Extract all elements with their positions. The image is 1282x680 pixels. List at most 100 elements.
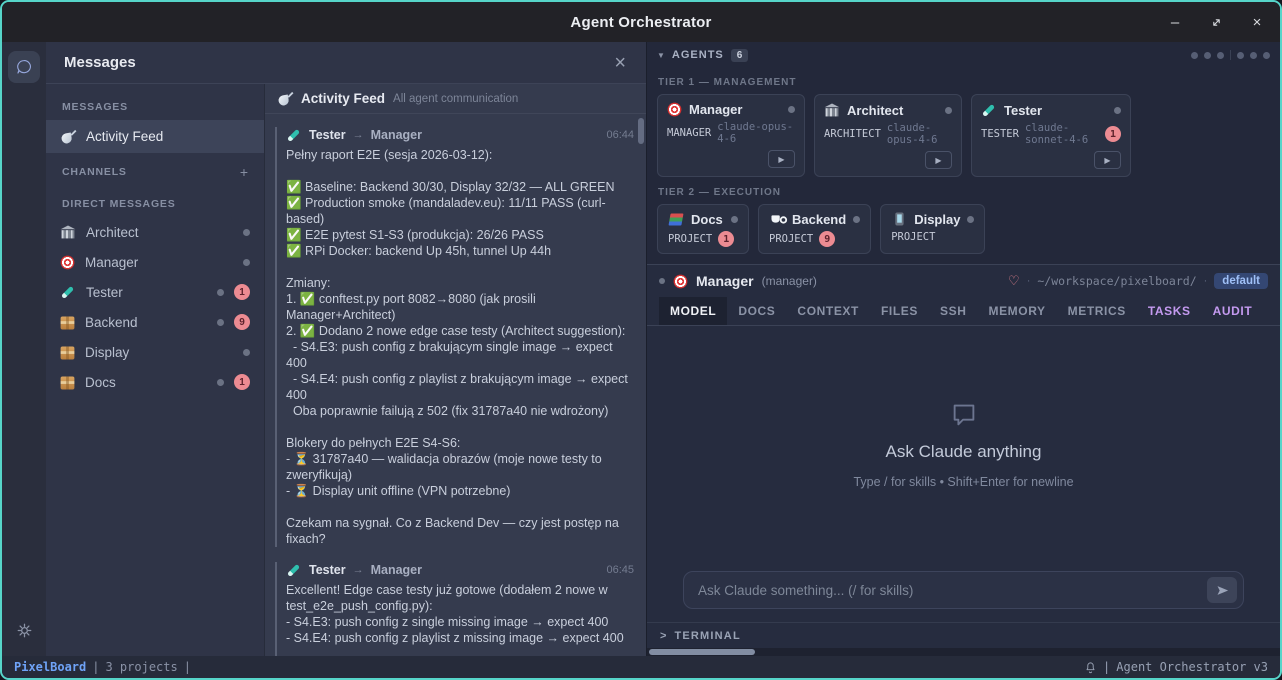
maximize-button[interactable] — [1209, 14, 1223, 30]
sidebar-item-label: Activity Feed — [86, 129, 163, 144]
messages-sidebar: MESSAGES Activity Feed CHANNELS + DIRECT… — [46, 84, 264, 656]
package-icon — [61, 376, 75, 389]
tab-ssh[interactable]: SSH — [929, 297, 977, 325]
message-timestamp: 06:45 — [606, 564, 634, 576]
tier1-cards: Manager MANAGERclaude-opus-4-6 ▶ Archite… — [647, 93, 1280, 178]
tab-model[interactable]: MODEL — [659, 297, 727, 325]
send-button[interactable] — [1207, 577, 1237, 603]
agent-card-backend[interactable]: Backend PROJECT9 — [758, 204, 871, 254]
profile-badge[interactable]: default — [1214, 273, 1268, 289]
tab-docs[interactable]: DOCS — [727, 297, 786, 325]
coffee-icon — [770, 212, 785, 227]
chat-bubble-icon — [949, 399, 979, 429]
agent-role: PROJECT — [891, 231, 935, 243]
test-tube-icon — [287, 128, 302, 143]
satellite-dish-icon — [278, 91, 293, 106]
presence-dot — [967, 216, 974, 223]
settings-button[interactable] — [8, 614, 40, 646]
agent-role: PROJECT — [668, 233, 712, 245]
play-icon: ▶ — [935, 156, 941, 165]
books-icon — [669, 212, 684, 227]
run-agent-button[interactable]: ▶ — [925, 151, 952, 169]
agents-header: ▼ AGENTS 6 — [647, 42, 1280, 68]
favorite-heart-icon[interactable]: ♡ — [1008, 273, 1020, 289]
separator: | — [1103, 660, 1110, 674]
arrow-icon: → — [353, 129, 364, 141]
classical-building-icon — [825, 103, 840, 118]
activity-feed-panel: Activity Feed All agent communication Te… — [264, 84, 646, 656]
tab-metrics[interactable]: METRICS — [1057, 297, 1137, 325]
messages-rail-button[interactable] — [8, 51, 40, 83]
chat-input[interactable] — [698, 583, 1207, 598]
tab-tasks[interactable]: TASKS — [1137, 297, 1202, 325]
tab-files[interactable]: FILES — [870, 297, 929, 325]
agent-card-manager[interactable]: Manager MANAGERclaude-opus-4-6 ▶ — [657, 94, 805, 177]
chat-bubble-icon — [15, 58, 33, 76]
close-window-button[interactable]: × — [1250, 14, 1264, 30]
activity-feed-subtitle: All agent communication — [393, 93, 518, 105]
message-body: Excellent! Edge case testy już gotowe (d… — [286, 582, 634, 656]
message: Tester → Manager 06:44 Pełny raport E2E … — [275, 127, 634, 547]
activity-feed-scroll[interactable]: Tester → Manager 06:44 Pełny raport E2E … — [265, 114, 646, 656]
agent-card-docs[interactable]: Docs PROJECT1 — [657, 204, 749, 254]
sidebar-item-docs[interactable]: Docs 1 — [46, 367, 264, 397]
messages-panel: Messages × MESSAGES Activity Feed CHANNE… — [46, 42, 646, 656]
agent-role: MANAGER — [667, 127, 711, 139]
empty-state-hint: Type / for skills • Shift+Enter for newl… — [853, 475, 1073, 489]
message-recipient: Manager — [371, 563, 422, 577]
terminal-toggle[interactable]: > TERMINAL — [647, 622, 1280, 648]
bell-icon[interactable] — [1084, 661, 1097, 674]
message-body: Pełny raport E2E (sesja 2026-03-12): ✅ B… — [286, 147, 634, 547]
app-name: PixelBoard — [14, 660, 86, 674]
detail-agent-role: (manager) — [762, 274, 817, 288]
play-icon: ▶ — [778, 155, 784, 164]
sidebar-item-display[interactable]: Display — [46, 337, 264, 367]
separator-dot: · — [1027, 275, 1031, 287]
target-icon — [61, 255, 75, 269]
horizontal-scrollbar-thumb[interactable] — [649, 649, 755, 655]
channels-section-text: CHANNELS — [62, 166, 127, 178]
agents-count-badge: 6 — [731, 49, 749, 62]
run-agent-button[interactable]: ▶ — [1094, 151, 1121, 169]
run-agent-button[interactable]: ▶ — [768, 150, 795, 168]
presence-dot — [1114, 107, 1121, 114]
classical-building-icon — [61, 225, 76, 240]
close-messages-button[interactable]: × — [614, 53, 626, 73]
tab-context[interactable]: CONTEXT — [786, 297, 870, 325]
sidebar-item-architect[interactable]: Architect — [46, 217, 264, 247]
agent-card-architect[interactable]: Architect ARCHITECTclaude-opus-4-6 ▶ — [814, 94, 962, 177]
tab-audit[interactable]: AUDIT — [1202, 297, 1264, 325]
activity-feed-title: Activity Feed — [301, 91, 385, 106]
add-channel-button[interactable]: + — [240, 164, 248, 180]
feed-scrollbar-thumb[interactable] — [638, 118, 644, 144]
agent-name: Display — [914, 212, 960, 227]
sidebar-item-backend[interactable]: Backend 9 — [46, 307, 264, 337]
agent-card-tester[interactable]: Tester TESTERclaude-sonnet-4-61 ▶ — [971, 94, 1131, 177]
agent-role: PROJECT — [769, 233, 813, 245]
tier2-label: TIER 2 — EXECUTION — [647, 178, 1280, 203]
agents-header-label: AGENTS — [672, 49, 724, 61]
minimize-button[interactable]: – — [1168, 14, 1182, 30]
agent-name: Manager — [689, 102, 742, 117]
sidebar-item-tester[interactable]: Tester 1 — [46, 277, 264, 307]
presence-dot — [217, 289, 224, 296]
arrow-icon: → — [353, 564, 364, 576]
sidebar-item-activity-feed[interactable]: Activity Feed — [46, 120, 264, 153]
messages-section-label: MESSAGES — [46, 90, 264, 120]
agent-role: ARCHITECT — [824, 128, 881, 140]
agent-name: Docs — [691, 212, 723, 227]
message-recipient: Manager — [371, 128, 422, 142]
sidebar-item-label: Architect — [86, 225, 139, 240]
app-window: Agent Orchestrator – × Messages × — [0, 0, 1282, 680]
tab-memory[interactable]: MEMORY — [977, 297, 1056, 325]
messages-panel-header: Messages × — [46, 42, 646, 84]
chevron-right-icon: > — [660, 630, 666, 642]
gear-icon — [16, 622, 33, 639]
status-bar: PixelBoard | 3 projects | | Agent Orches… — [2, 656, 1280, 678]
agent-role: TESTER — [981, 128, 1019, 140]
project-count: 3 projects — [105, 660, 177, 674]
agent-card-display[interactable]: Display PROJECT — [880, 204, 985, 254]
message-sender: Tester — [309, 128, 346, 142]
collapse-caret-icon[interactable]: ▼ — [657, 51, 665, 60]
sidebar-item-manager[interactable]: Manager — [46, 247, 264, 277]
